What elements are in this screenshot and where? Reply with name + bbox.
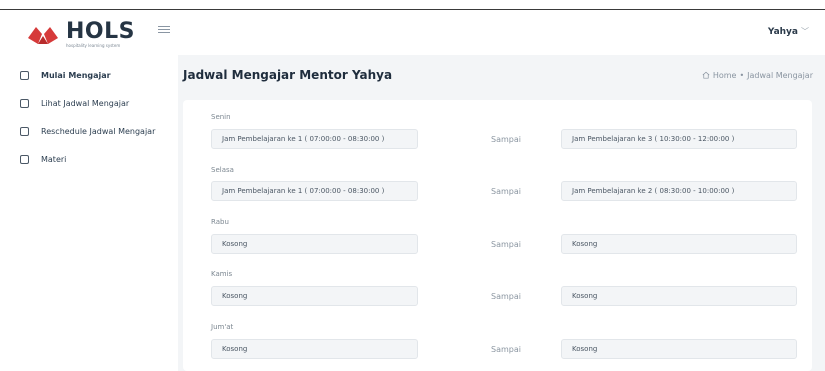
kamis-from-select[interactable]: Kosong — [211, 286, 418, 306]
sidebar-item-label: Mulai Mengajar — [41, 70, 111, 80]
sampai-label: Sampai — [491, 240, 521, 249]
square-icon — [20, 98, 29, 108]
sidebar-item-materi[interactable]: Materi — [0, 145, 178, 173]
sidebar-item-label: Lihat Jadwal Mengajar — [41, 98, 130, 108]
sidebar-item-label: Reschedule Jadwal Mengajar — [41, 126, 156, 136]
breadcrumb-separator: • — [739, 70, 745, 80]
selasa-to-select[interactable]: Jam Pembelajaran ke 2 ( 08:30:00 - 10:00… — [561, 181, 797, 201]
sidebar-item-mulai-mengajar[interactable]: Mulai Mengajar — [0, 61, 178, 89]
user-name: Yahya — [767, 26, 798, 37]
chevron-down-icon: ﹀ — [801, 27, 809, 36]
top-header: HOLS hospitality learning system Yahya ﹀ — [0, 10, 825, 55]
day-label-selasa: Selasa — [211, 166, 234, 174]
user-menu[interactable]: Yahya ﹀ — [768, 26, 809, 37]
main-content: Jadwal Mengajar Mentor Yahya Home • Jadw… — [178, 55, 825, 371]
sampai-label: Sampai — [491, 292, 521, 301]
logo-mark-icon — [28, 26, 58, 44]
menu-toggle-icon[interactable] — [158, 26, 170, 38]
schedule-card: Senin Jam Pembelajaran ke 1 ( 07:00:00 -… — [183, 100, 812, 371]
breadcrumb: Home • Jadwal Mengajar — [702, 71, 813, 80]
day-label-senin: Senin — [211, 113, 231, 121]
breadcrumb-current: Jadwal Mengajar — [747, 70, 813, 80]
jumat-from-select[interactable]: Kosong — [211, 339, 418, 359]
day-label-jumat: Jum'at — [211, 323, 234, 331]
day-label-kamis: Kamis — [211, 270, 233, 278]
square-icon — [20, 126, 29, 136]
page-header: Jadwal Mengajar Mentor Yahya Home • Jadw… — [183, 65, 813, 85]
rabu-from-select[interactable]: Kosong — [211, 234, 418, 254]
top-border — [0, 0, 825, 10]
sampai-label: Sampai — [491, 187, 521, 196]
home-icon — [702, 71, 710, 79]
brand-tagline: hospitality learning system — [66, 43, 121, 48]
sampai-label: Sampai — [491, 135, 521, 144]
senin-to-select[interactable]: Jam Pembelajaran ke 3 ( 10:30:00 - 12:00… — [561, 129, 797, 149]
brand-logo[interactable]: HOLS hospitality learning system — [26, 21, 135, 48]
square-icon — [20, 70, 29, 80]
sidebar-item-label: Materi — [41, 154, 67, 164]
breadcrumb-home-link[interactable]: Home — [713, 71, 737, 80]
page-title: Jadwal Mengajar Mentor Yahya — [183, 68, 393, 82]
sidebar-item-lihat-jadwal[interactable]: Lihat Jadwal Mengajar — [0, 89, 178, 117]
kamis-to-select[interactable]: Kosong — [561, 286, 797, 306]
senin-from-select[interactable]: Jam Pembelajaran ke 1 ( 07:00:00 - 08:30… — [211, 129, 418, 149]
brand-name: HOLS — [66, 19, 135, 44]
day-label-rabu: Rabu — [211, 218, 229, 226]
selasa-from-select[interactable]: Jam Pembelajaran ke 1 ( 07:00:00 - 08:30… — [211, 181, 418, 201]
sidebar-item-reschedule[interactable]: Reschedule Jadwal Mengajar — [0, 117, 178, 145]
sampai-label: Sampai — [491, 345, 521, 354]
square-icon — [20, 154, 29, 164]
jumat-to-select[interactable]: Kosong — [561, 339, 797, 359]
rabu-to-select[interactable]: Kosong — [561, 234, 797, 254]
sidebar: Mulai Mengajar Lihat Jadwal Mengajar Res… — [0, 55, 178, 371]
